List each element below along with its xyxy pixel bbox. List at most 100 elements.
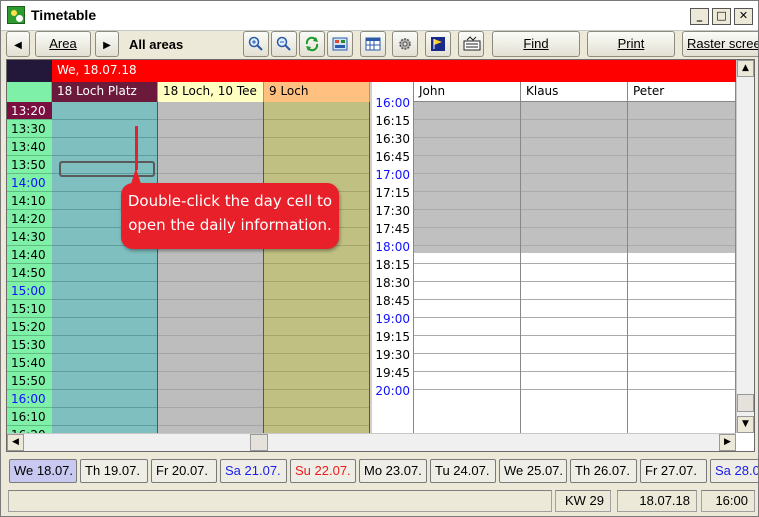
slot-divider [521, 299, 627, 300]
time-slot-label: 16:10 [7, 408, 52, 426]
slot-divider [521, 245, 627, 246]
slot-divider [158, 119, 263, 120]
app-icon [7, 6, 25, 24]
time-slot-label: 19:15 [375, 330, 410, 344]
scroll-left-icon[interactable]: ◀ [7, 434, 24, 451]
refresh-button[interactable] [299, 31, 325, 57]
day-tab[interactable]: Th 19.07. [80, 459, 148, 483]
busy-block[interactable] [628, 102, 735, 253]
slot-divider [521, 335, 627, 336]
calendar-button[interactable] [360, 31, 386, 57]
time-slot-label: 15:20 [7, 318, 52, 336]
zoom-in-button[interactable] [243, 31, 269, 57]
slot-divider [414, 155, 520, 156]
staff-column-klaus[interactable]: Klaus [521, 82, 628, 433]
next-area-button[interactable]: ▶ [95, 31, 119, 57]
time-slot-label: 14:20 [7, 210, 52, 228]
slot-divider [628, 371, 735, 372]
column-header-9-loch[interactable]: 9 Loch [264, 82, 370, 102]
slot-divider [158, 281, 263, 282]
scroll-down-icon[interactable]: ▼ [737, 416, 754, 433]
tooltip-callout: Double-click the day cell to open the da… [121, 183, 339, 249]
column-header-18-loch-platz[interactable]: 18 Loch Platz [52, 82, 158, 102]
slot-divider [52, 353, 157, 354]
raster-button-label: Raster screen [687, 36, 758, 51]
raster-screen-button[interactable]: Raster screen [682, 31, 758, 57]
staff-column-peter[interactable]: Peter [628, 82, 736, 433]
callout-pointer-line [135, 126, 138, 170]
area-button[interactable]: Area [35, 31, 91, 57]
flag-button[interactable] [425, 31, 451, 57]
zoom-in-icon [248, 36, 263, 51]
day-tab[interactable]: Sa 21.07. [220, 459, 287, 483]
slot-divider [158, 371, 263, 372]
slot-divider [264, 281, 369, 282]
column-header-18-loch-10-tee[interactable]: 18 Loch, 10 Tee [158, 82, 264, 102]
day-tab[interactable]: Tu 24.07. [430, 459, 496, 483]
column-18-loch-platz[interactable] [52, 102, 158, 433]
day-tab[interactable]: Fr 20.07. [151, 459, 217, 483]
slot-divider [414, 119, 520, 120]
horizontal-scrollbar[interactable]: ◀ ▶ [7, 433, 736, 451]
scroll-right-icon[interactable]: ▶ [719, 434, 736, 451]
close-button[interactable]: ✕ [734, 8, 753, 25]
column-9-loch[interactable] [264, 102, 370, 433]
slot-divider [158, 173, 263, 174]
time-slot-label: 13:40 [7, 138, 52, 156]
staff-column-john[interactable]: John [414, 82, 521, 433]
vertical-scroll-thumb[interactable] [737, 394, 754, 412]
slot-divider [52, 317, 157, 318]
keyboard-button[interactable] [458, 31, 484, 57]
previous-area-button[interactable]: ◀ [6, 31, 30, 57]
grid-view-button[interactable] [327, 31, 353, 57]
slot-divider [158, 425, 263, 426]
slot-divider [158, 407, 263, 408]
slot-divider [158, 155, 263, 156]
vertical-scrollbar[interactable]: ▲ ▼ [736, 60, 754, 433]
day-tab[interactable]: Th 26.07. [570, 459, 637, 483]
zoom-out-button[interactable] [271, 31, 297, 57]
slot-divider [264, 425, 369, 426]
find-button[interactable]: Find [492, 31, 580, 57]
title-bar[interactable]: Timetable _ □ ✕ [1, 1, 758, 31]
time-slot-label: 14:50 [7, 264, 52, 282]
settings-icon [399, 38, 411, 50]
slot-divider [414, 227, 520, 228]
staff-header-john[interactable]: John [414, 82, 520, 102]
slot-divider [52, 425, 157, 426]
column-18-loch-10-tee[interactable] [158, 102, 264, 433]
time-slot-label: 16:15 [375, 114, 410, 128]
arrow-left-icon: ◀ [14, 40, 22, 51]
slot-divider [414, 209, 520, 210]
status-message [8, 490, 552, 512]
slot-divider [52, 371, 157, 372]
day-tab[interactable]: Fr 27.07. [640, 459, 707, 483]
slot-divider [628, 299, 735, 300]
staff-header-peter[interactable]: Peter [628, 82, 735, 102]
slot-divider [264, 155, 369, 156]
busy-block[interactable] [414, 102, 520, 253]
date-heading[interactable]: We, 18.07.18 [52, 60, 736, 82]
day-tab[interactable]: Sa 28.07. [710, 459, 758, 483]
busy-block[interactable] [521, 102, 627, 253]
minimize-button[interactable]: _ [690, 8, 709, 25]
time-slot-label: 18:00 [375, 240, 410, 254]
staff-header-klaus[interactable]: Klaus [521, 82, 627, 102]
maximize-button[interactable]: □ [712, 8, 731, 25]
find-button-label: Find [523, 36, 549, 51]
print-button[interactable]: Print [587, 31, 675, 57]
time-slot-label: 14:40 [7, 246, 52, 264]
day-tab[interactable]: Mo 23.07. [359, 459, 427, 483]
settings-button[interactable] [392, 31, 418, 57]
toolbar: ◀ Area ▶ All areas Find Print Raster scr… [1, 31, 758, 59]
window-title: Timetable [31, 7, 97, 23]
horizontal-scroll-thumb[interactable] [250, 434, 268, 451]
scroll-up-icon[interactable]: ▲ [737, 60, 754, 77]
time-slot-label: 13:20 [7, 102, 52, 120]
day-tab[interactable]: We 25.07. [499, 459, 567, 483]
slot-divider [414, 263, 520, 264]
day-tab[interactable]: Su 22.07. [290, 459, 356, 483]
day-tab[interactable]: We 18.07. [9, 459, 77, 483]
slot-divider [628, 191, 735, 192]
slot-divider [521, 209, 627, 210]
